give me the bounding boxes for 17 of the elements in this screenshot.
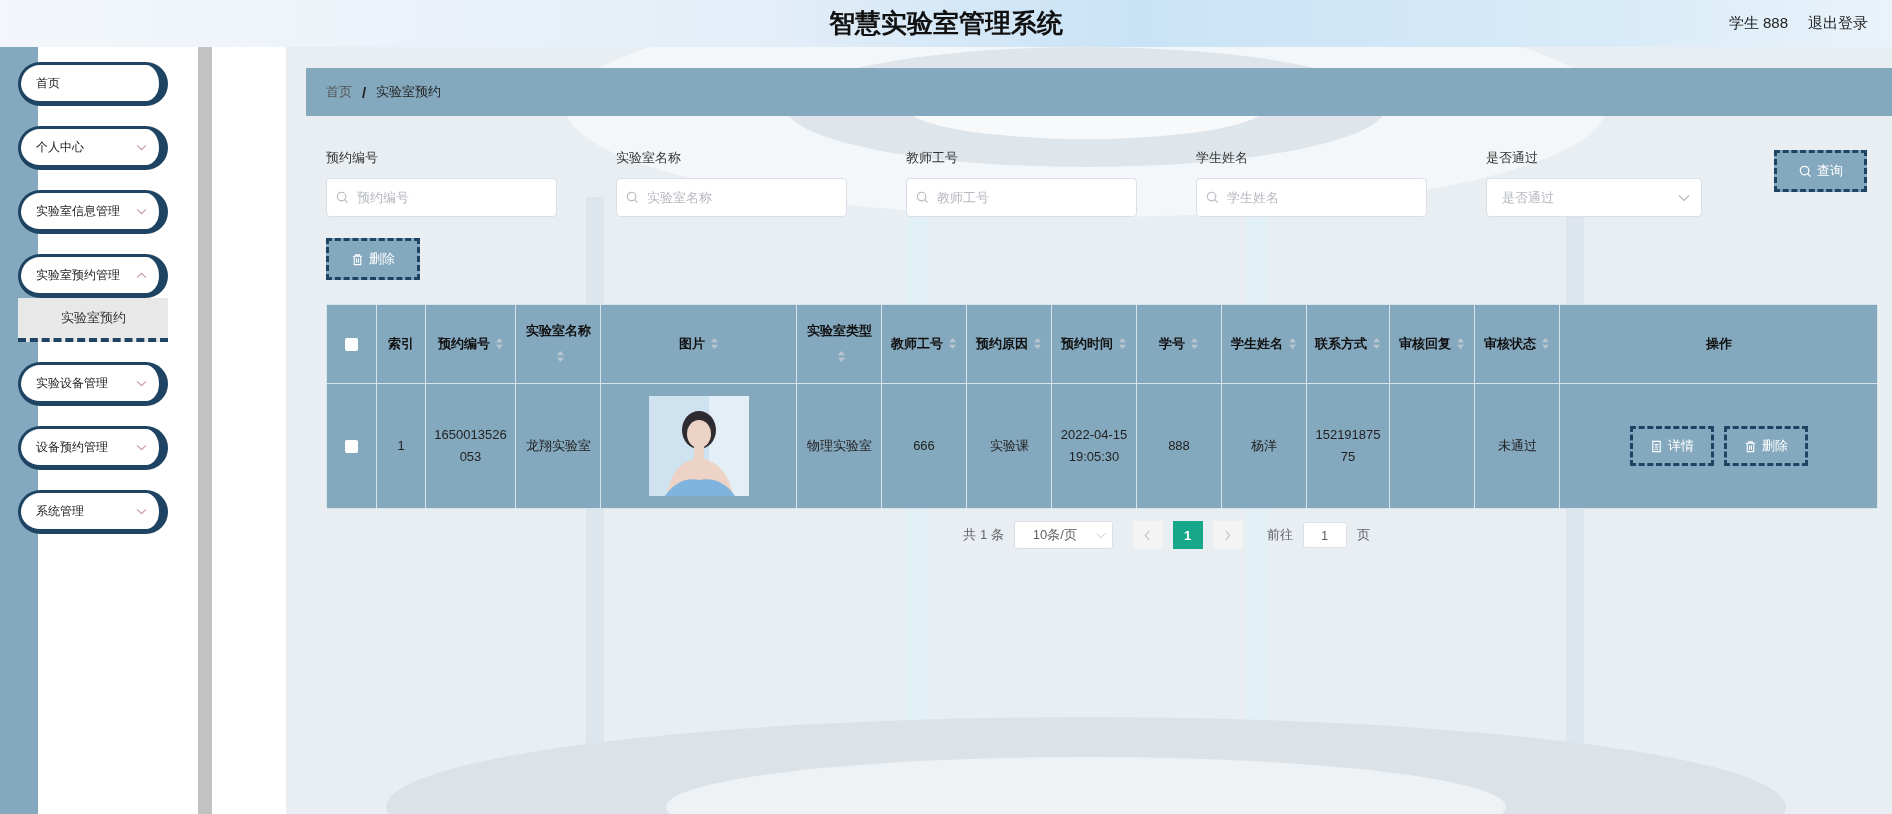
menu-item[interactable]: 系统管理 [18,490,168,534]
chevron-icon [136,143,147,151]
menu-item[interactable]: 个人中心 [18,126,168,170]
menu-item[interactable]: 实验设备管理 [18,362,168,406]
logout-link[interactable]: 退出登录 [1808,14,1868,33]
menu-item[interactable]: 设备预约管理 [18,426,168,470]
submenu-item[interactable]: 实验室预约 [18,298,168,342]
chevron-icon [136,507,147,515]
chevron-icon [136,443,147,451]
menu-item[interactable]: 实验室预约管理 [18,254,168,298]
chevron-icon [136,271,147,279]
app-title: 智慧实验室管理系统 [829,7,1063,40]
user-name: 学生 888 [1728,14,1788,33]
menu-item[interactable]: 首页 [18,62,168,106]
chevron-icon [136,379,147,387]
menu-item[interactable]: 实验室信息管理 [18,190,168,234]
chevron-icon [136,207,147,215]
